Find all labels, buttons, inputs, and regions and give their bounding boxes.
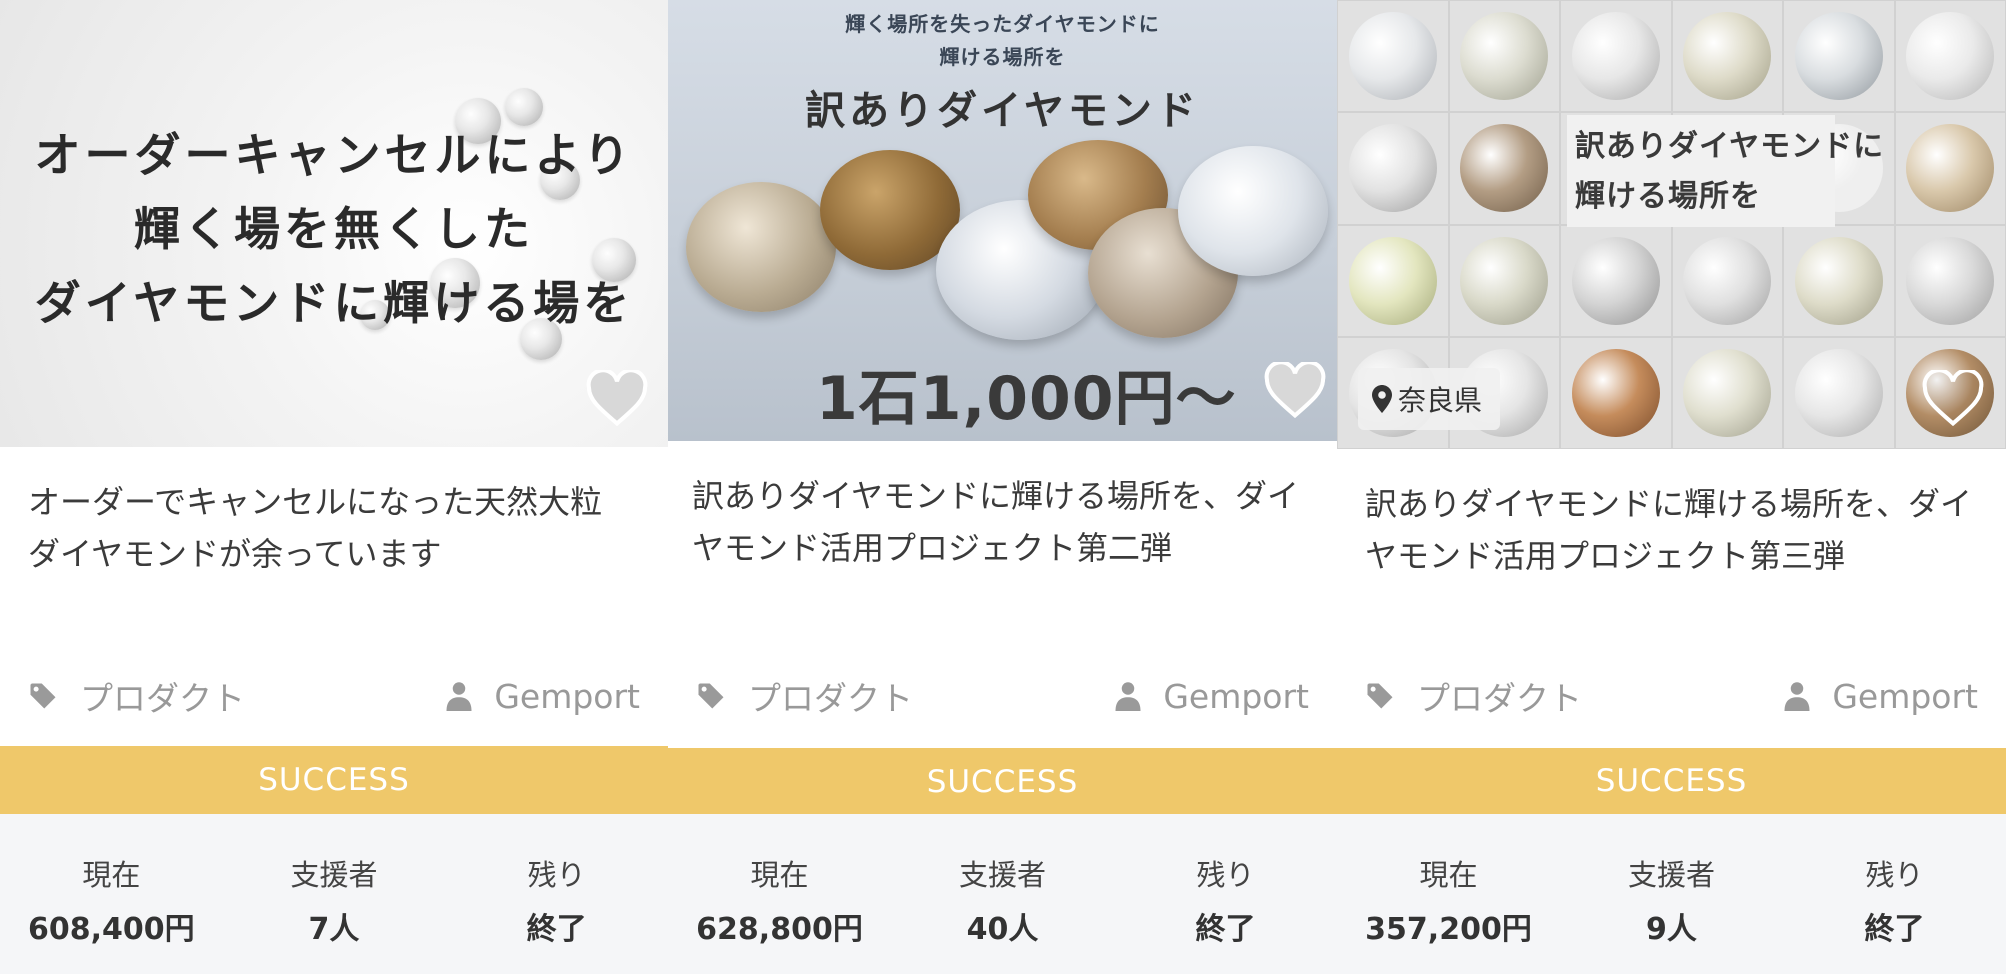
project-meta: プロダクト Gemport: [0, 672, 668, 720]
stat-value: 608,400円: [28, 912, 195, 947]
stat-supporters: 支援者 40人: [892, 852, 1113, 974]
owner-name: Gemport: [1832, 676, 1978, 716]
stat-label: 現在: [750, 858, 809, 892]
heart-icon[interactable]: [586, 370, 648, 426]
stat-current: 現在 357,200円: [1338, 852, 1559, 974]
heart-icon[interactable]: [1264, 362, 1326, 418]
stat-remaining: 残り 終了: [1115, 852, 1336, 974]
status-badge: SUCCESS: [0, 746, 668, 814]
project-stats: 現在 357,200円 支援者 9人 残り 終了: [1337, 814, 2006, 974]
stat-supporters: 支援者 9人: [1561, 852, 1782, 974]
project-card[interactable]: 輝く場所を失ったダイヤモンドに 輝ける場所を 訳ありダイヤモンド 1石1,000…: [668, 0, 1337, 974]
map-pin-icon: [1372, 385, 1392, 413]
stat-label: 支援者: [958, 858, 1046, 892]
owner-name: Gemport: [494, 676, 640, 716]
stat-label: 支援者: [290, 858, 378, 892]
thumbnail-caption: 輝ける場所を: [939, 45, 1066, 69]
stat-value: 628,800円: [696, 912, 863, 947]
project-stats: 現在 628,800円 支援者 40人 残り 終了: [668, 814, 1337, 974]
project-card-list: オーダーキャンセルにより 輝く場を無くした ダイヤモンドに輝ける場を オーダーで…: [0, 0, 2006, 974]
stat-label: 残り: [1196, 858, 1255, 892]
owner[interactable]: Gemport: [1115, 677, 1309, 716]
status-badge: SUCCESS: [668, 748, 1337, 815]
stat-value: 終了: [1864, 912, 1925, 947]
owner[interactable]: Gemport: [446, 677, 640, 716]
category[interactable]: プロダクト: [1365, 672, 1582, 720]
stat-label: 残り: [1865, 858, 1924, 892]
project-card[interactable]: 訳ありダイヤモンドに 輝ける場所を 奈良県 訳ありダイヤモンドに輝ける場所を、ダ…: [1337, 0, 2006, 974]
location-badge: 奈良県: [1358, 368, 1501, 430]
stat-supporters: 支援者 7人: [224, 852, 444, 974]
stat-label: 残り: [527, 858, 586, 892]
project-title[interactable]: オーダーでキャンセルになった天然大粒ダイヤモンドが余っています: [28, 476, 628, 580]
thumbnail-caption: 輝く場所を失ったダイヤモンドに: [845, 12, 1160, 36]
stat-value: 終了: [526, 912, 587, 947]
tag-icon: [1367, 683, 1393, 709]
project-title[interactable]: 訳ありダイヤモンドに輝ける場所を、ダイヤモンド活用プロジェクト第二弾: [692, 470, 1312, 574]
category[interactable]: プロダクト: [28, 672, 245, 720]
stat-label: 現在: [1419, 858, 1478, 892]
project-meta: プロダクト Gemport: [1337, 672, 2006, 720]
user-icon: [446, 682, 472, 711]
owner-name: Gemport: [1163, 676, 1309, 716]
category[interactable]: プロダクト: [696, 672, 913, 720]
project-meta: プロダクト Gemport: [668, 672, 1337, 720]
stat-value: 9人: [1646, 912, 1697, 947]
thumbnail-headline: 訳ありダイヤモンドに 輝ける場所を: [1575, 129, 1885, 214]
stat-label: 支援者: [1627, 858, 1715, 892]
user-icon: [1784, 682, 1810, 711]
location-label: 奈良県: [1398, 384, 1483, 417]
thumbnail-headline: オーダーキャンセルにより 輝く場を無くした ダイヤモンドに輝ける場を: [34, 128, 634, 330]
project-stats: 現在 608,400円 支援者 7人 残り 終了: [0, 814, 668, 974]
project-thumbnail[interactable]: 輝く場所を失ったダイヤモンドに 輝ける場所を 訳ありダイヤモンド 1石1,000…: [668, 0, 1337, 441]
category-label: プロダクト: [748, 679, 913, 718]
project-card[interactable]: オーダーキャンセルにより 輝く場を無くした ダイヤモンドに輝ける場を オーダーで…: [0, 0, 668, 974]
stat-remaining: 残り 終了: [446, 852, 666, 974]
stat-value: 40人: [966, 912, 1039, 947]
category-label: プロダクト: [80, 679, 245, 718]
thumbnail-price: 1石1,000円〜: [816, 364, 1237, 434]
project-thumbnail[interactable]: オーダーキャンセルにより 輝く場を無くした ダイヤモンドに輝ける場を: [0, 0, 668, 447]
stat-current: 現在 608,400円: [1, 852, 221, 974]
user-icon: [1115, 682, 1141, 711]
owner[interactable]: Gemport: [1784, 677, 1978, 716]
tag-icon: [30, 683, 56, 709]
stat-value: 終了: [1195, 912, 1256, 947]
heart-icon[interactable]: [1922, 370, 1984, 426]
status-badge: SUCCESS: [1337, 748, 2006, 814]
stat-value: 357,200円: [1365, 912, 1532, 947]
stat-value: 7人: [308, 912, 360, 947]
tag-icon: [698, 683, 724, 709]
category-label: プロダクト: [1417, 679, 1582, 718]
thumbnail-headline: 訳ありダイヤモンド: [805, 88, 1200, 134]
stat-current: 現在 628,800円: [669, 852, 890, 974]
project-thumbnail[interactable]: 訳ありダイヤモンドに 輝ける場所を 奈良県: [1337, 0, 2006, 449]
project-title[interactable]: 訳ありダイヤモンドに輝ける場所を、ダイヤモンド活用プロジェクト第三弾: [1365, 478, 1985, 582]
stat-label: 現在: [82, 858, 141, 892]
stat-remaining: 残り 終了: [1784, 852, 2005, 974]
